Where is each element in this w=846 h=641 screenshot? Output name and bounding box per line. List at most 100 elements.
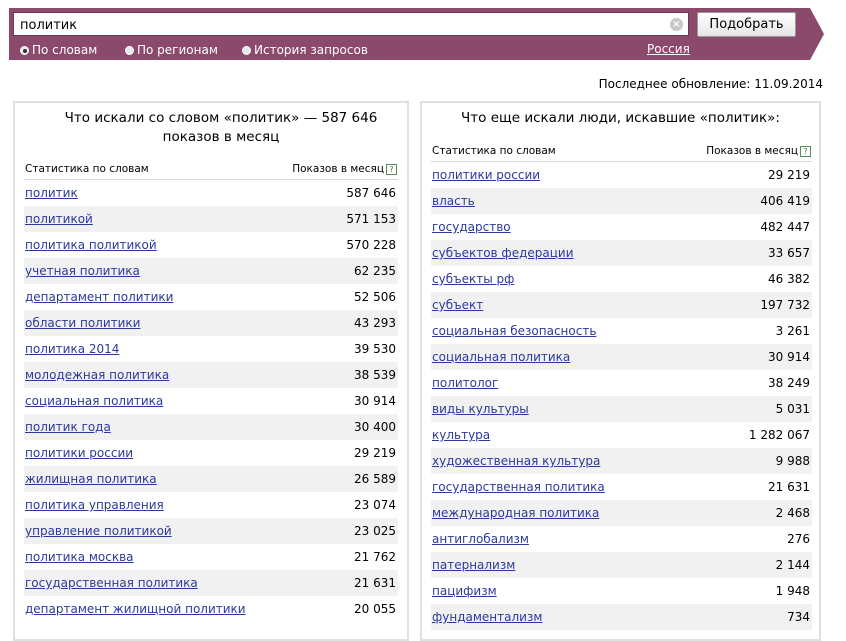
panel-words-title: Что искали со словом «политик» — 587 646… bbox=[64, 110, 378, 145]
table-row: департамент политики 52 506 bbox=[24, 284, 398, 310]
impressions-count: 30 400 bbox=[354, 420, 396, 434]
keyword-link[interactable]: области политики bbox=[25, 310, 140, 336]
impressions-count: 570 228 bbox=[346, 238, 396, 252]
impressions-count: 2 144 bbox=[775, 558, 810, 572]
table-row: политика москва 21 762 bbox=[24, 544, 398, 570]
impressions-count: 20 055 bbox=[354, 602, 396, 616]
keyword-link[interactable]: политикой bbox=[25, 206, 93, 232]
impressions-count: 587 646 bbox=[346, 186, 396, 200]
impressions-count: 39 530 bbox=[354, 342, 396, 356]
keyword-link[interactable]: субъекты рф bbox=[432, 266, 514, 292]
impressions-count: 38 249 bbox=[768, 376, 810, 390]
keyword-link[interactable]: жилищная политика bbox=[25, 466, 157, 492]
radio-by-regions[interactable] bbox=[125, 46, 134, 55]
table-row: политика политикой 570 228 bbox=[24, 232, 398, 258]
keyword-link[interactable]: политик года bbox=[25, 414, 111, 440]
keyword-link[interactable]: департамент политики bbox=[25, 284, 173, 310]
region-link[interactable]: Россия bbox=[647, 41, 690, 57]
keyword-link[interactable]: политика управления bbox=[25, 492, 164, 518]
impressions-count: 43 293 bbox=[354, 316, 396, 330]
words-table-header: Статистика по словам Показов в месяц? bbox=[24, 159, 398, 180]
table-row: политикой 571 153 bbox=[24, 206, 398, 232]
keyword-link[interactable]: художественная культура bbox=[432, 448, 600, 474]
submit-button[interactable]: Подобрать bbox=[697, 12, 796, 37]
impressions-count: 21 762 bbox=[354, 550, 396, 564]
impressions-count: 21 631 bbox=[768, 480, 810, 494]
keyword-link[interactable]: субъект bbox=[432, 292, 483, 318]
keyword-link[interactable]: учетная политика bbox=[25, 258, 140, 284]
table-row: молодежная политика 38 539 bbox=[24, 362, 398, 388]
keyword-link[interactable]: политика политикой bbox=[25, 232, 157, 258]
panel-related-title: Что еще искали люди, искавшие «политик»: bbox=[461, 110, 780, 126]
keyword-link[interactable]: культура bbox=[432, 422, 490, 448]
impressions-count: 1 282 067 bbox=[748, 428, 810, 442]
table-row: патернализм 2 144 bbox=[431, 552, 812, 578]
keyword-link[interactable]: субъектов федерации bbox=[432, 240, 574, 266]
impressions-count: 406 419 bbox=[760, 194, 810, 208]
help-icon[interactable]: ? bbox=[386, 164, 397, 175]
col-header-word: Статистика по словам bbox=[25, 163, 149, 175]
impressions-count: 3 261 bbox=[775, 324, 810, 338]
clear-icon[interactable]: × bbox=[670, 18, 683, 31]
table-row: политика управления 23 074 bbox=[24, 492, 398, 518]
impressions-count: 23 025 bbox=[354, 524, 396, 538]
keyword-link[interactable]: политики россии bbox=[25, 440, 133, 466]
table-row: жилищная политика 26 589 bbox=[24, 466, 398, 492]
table-row: виды культуры 5 031 bbox=[431, 396, 812, 422]
radio-by-words[interactable] bbox=[20, 46, 29, 55]
keyword-link[interactable]: молодежная политика bbox=[25, 362, 169, 388]
impressions-count: 30 914 bbox=[768, 350, 810, 364]
impressions-count: 29 219 bbox=[354, 446, 396, 460]
impressions-count: 33 657 bbox=[768, 246, 810, 260]
table-row: международная политика 2 468 bbox=[431, 500, 812, 526]
keyword-link[interactable]: социальная политика bbox=[432, 344, 570, 370]
radio-history[interactable] bbox=[242, 46, 251, 55]
keyword-link[interactable]: международная политика bbox=[432, 500, 599, 526]
keyword-link[interactable]: антиглобализм bbox=[432, 526, 529, 552]
keyword-link[interactable]: политики россии bbox=[432, 162, 540, 188]
keyword-link[interactable]: политик bbox=[25, 180, 78, 206]
impressions-count: 2 468 bbox=[775, 506, 810, 520]
tab-by-regions[interactable]: По регионам bbox=[125, 42, 218, 58]
tab-by-words-label: По словам bbox=[32, 43, 98, 57]
table-row: политолог 38 249 bbox=[431, 370, 812, 396]
impressions-count: 9 988 bbox=[775, 454, 810, 468]
tab-history-label: История запросов bbox=[254, 43, 368, 57]
table-row: социальная безопасность 3 261 bbox=[431, 318, 812, 344]
table-row: политики россии 29 219 bbox=[431, 162, 812, 188]
keyword-link[interactable]: политика москва bbox=[25, 544, 134, 570]
keyword-link[interactable]: патернализм bbox=[432, 552, 515, 578]
keyword-link[interactable]: власть bbox=[432, 188, 475, 214]
keyword-link[interactable]: фундаментализм bbox=[432, 604, 542, 630]
keyword-link[interactable]: департамент жилищной политики bbox=[25, 596, 246, 622]
keyword-link[interactable]: пацифизм bbox=[432, 578, 497, 604]
tab-history[interactable]: История запросов bbox=[242, 42, 368, 58]
impressions-count: 52 506 bbox=[354, 290, 396, 304]
search-box[interactable]: × bbox=[13, 12, 689, 36]
keyword-link[interactable]: политолог bbox=[432, 370, 498, 396]
table-row: субъектов федерации 33 657 bbox=[431, 240, 812, 266]
impressions-count: 276 bbox=[787, 532, 810, 546]
keyword-link[interactable]: государственная политика bbox=[25, 570, 198, 596]
table-row: управление политикой 23 025 bbox=[24, 518, 398, 544]
related-table-header: Статистика по словам Показов в месяц? bbox=[431, 141, 812, 162]
impressions-count: 46 382 bbox=[768, 272, 810, 286]
keyword-link[interactable]: государство bbox=[432, 214, 511, 240]
keyword-link[interactable]: виды культуры bbox=[432, 396, 529, 422]
impressions-count: 21 631 bbox=[354, 576, 396, 590]
table-row: антиглобализм 276 bbox=[431, 526, 812, 552]
keyword-link[interactable]: политика 2014 bbox=[25, 336, 119, 362]
keyword-link[interactable]: социальная политика bbox=[25, 388, 163, 414]
search-input[interactable] bbox=[20, 16, 660, 34]
table-row: художественная культура 9 988 bbox=[431, 448, 812, 474]
table-row: политика 2014 39 530 bbox=[24, 336, 398, 362]
help-icon[interactable]: ? bbox=[800, 146, 811, 157]
words-table: Статистика по словам Показов в месяц? по… bbox=[24, 159, 398, 622]
tab-by-words[interactable]: По словам bbox=[20, 42, 97, 58]
impressions-count: 62 235 bbox=[354, 264, 396, 278]
keyword-link[interactable]: социальная безопасность bbox=[432, 318, 596, 344]
keyword-link[interactable]: управление политикой bbox=[25, 518, 172, 544]
last-update: Последнее обновление: 11.09.2014 bbox=[598, 77, 823, 91]
impressions-count: 197 732 bbox=[760, 298, 810, 312]
keyword-link[interactable]: государственная политика bbox=[432, 474, 605, 500]
